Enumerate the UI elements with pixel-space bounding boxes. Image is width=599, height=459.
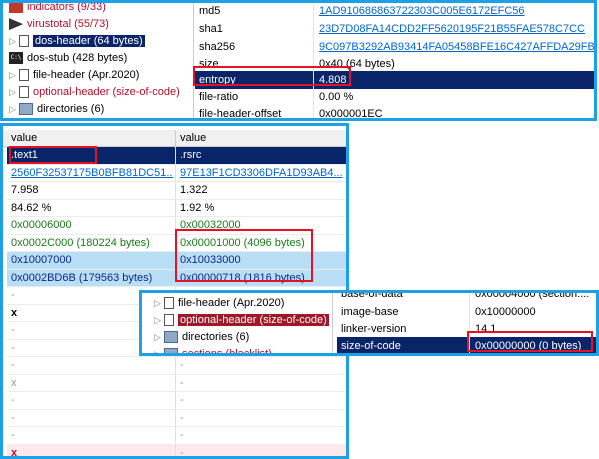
table-row[interactable]: -- xyxy=(7,427,346,445)
virustotal-icon xyxy=(9,18,23,31)
expand-caret-icon[interactable]: ▷ xyxy=(9,101,19,118)
cell-value-2[interactable]: 97E13F1CD3306DFA1D93AB4... xyxy=(175,164,346,182)
tree-pane: indicators (9/33) virustotal (55/73) ▷ do… xyxy=(3,3,194,118)
expand-caret-icon[interactable]: ▷ xyxy=(9,67,19,84)
column-header-value-2[interactable]: value xyxy=(175,130,345,146)
tree-item-optional-header[interactable]: ▷ optional-header (size-of-code) xyxy=(9,84,180,101)
overlay-tree-item-sections[interactable]: ▷ sections (blacklist) xyxy=(154,346,272,353)
size-of-code-highlight xyxy=(467,331,593,352)
property-row-md5[interactable]: md5 1AD910686863722303C005E6172EFC56 xyxy=(195,3,594,20)
document-icon xyxy=(19,69,29,82)
properties-pane: md5 1AD910686863722303C005E6172EFC56 sha… xyxy=(195,3,594,118)
property-row-file-header-offset[interactable]: file-header-offset 0x000001EC xyxy=(195,105,594,118)
document-icon xyxy=(19,35,29,48)
overlay-property-row-base-of-data[interactable]: base-of-data 0x00004000 (section:... xyxy=(337,293,596,303)
header-properties-panel: indicators (9/33) virustotal (55/73) ▷ do… xyxy=(0,0,597,121)
table-row[interactable]: x- xyxy=(7,444,346,459)
table-row[interactable]: -- xyxy=(7,357,346,375)
tree-item-dos-header[interactable]: ▷ dos-header (64 bytes) xyxy=(9,33,145,50)
tree-item-indicators[interactable]: indicators (9/33) xyxy=(9,3,106,16)
section-name-highlight xyxy=(9,146,97,164)
cell-value-2: - xyxy=(175,392,346,409)
table-row[interactable]: 2560F32537175B0BFB81DC51... 97E13F1CD3306… xyxy=(7,164,346,182)
tree-item-dos-stub[interactable]: C:\ dos-stub (428 bytes) xyxy=(9,50,127,67)
indicators-icon xyxy=(9,3,23,14)
expand-caret-icon[interactable]: ▷ xyxy=(154,295,164,312)
table-row[interactable]: -- xyxy=(7,392,346,410)
property-row-sha256[interactable]: sha256 9C097B3292AB93414FA05458BFE16C427… xyxy=(195,38,594,56)
cell-value-1: 0x0002BD6B (179563 bytes) xyxy=(11,271,153,284)
overlay-tree-pane: ▷ file-header (Apr.2020) ▷ optional-header… xyxy=(142,293,333,353)
column-header-value-1[interactable]: value xyxy=(7,130,173,146)
cell-value-1: x xyxy=(11,446,18,459)
table-row[interactable]: -- xyxy=(7,409,346,427)
folder-icon xyxy=(164,331,178,344)
expand-caret-icon[interactable]: ▷ xyxy=(154,346,164,353)
cell-value-1: - xyxy=(11,429,15,441)
dos-icon: C:\ xyxy=(9,52,23,65)
table-row[interactable]: 7.958 1.322 xyxy=(7,182,346,200)
overlay-property-row-image-base[interactable]: image-base 0x10000000 xyxy=(337,303,596,321)
raw-and-virtual-size-highlight xyxy=(175,229,313,282)
cell-value-2: .rsrc xyxy=(175,147,346,164)
entropy-highlight xyxy=(193,66,351,86)
overlay-tree-item-file-header[interactable]: ▷ file-header (Apr.2020) xyxy=(154,295,284,312)
sha1-link[interactable]: 23D7D08FA14CDD2FF5620195F21B55FAE578C7CC xyxy=(315,20,594,38)
cell-value-1: 0x0002C000 (180224 bytes) xyxy=(11,236,150,249)
sections-header-row: value value xyxy=(3,130,346,147)
cell-value-2: - xyxy=(175,427,346,444)
expand-caret-icon[interactable]: ▷ xyxy=(9,84,19,101)
cell-value-2: - xyxy=(175,374,346,392)
cell-value-1: - xyxy=(11,411,15,424)
sha256-link[interactable]: 9C097B3292AB93414FA05458BFE16C427AFFDA29… xyxy=(315,38,594,56)
expand-caret-icon[interactable]: ▷ xyxy=(154,329,164,346)
cell-value-2: - xyxy=(175,444,346,456)
cell-value-1: x xyxy=(11,376,17,389)
document-icon xyxy=(164,314,174,327)
cell-value-1: - xyxy=(11,394,15,406)
cell-value-1: 7.958 xyxy=(11,184,39,196)
cell-value-2: 1.322 xyxy=(175,182,346,199)
cell-value-1: - xyxy=(11,359,15,371)
document-icon xyxy=(19,86,29,99)
cell-value-1: 84.62 % xyxy=(11,201,52,214)
overlay-tree-item-directories[interactable]: ▷ directories (6) xyxy=(154,329,249,346)
cell-value-2: 1.92 % xyxy=(175,199,346,217)
folder-icon xyxy=(164,348,178,353)
expand-caret-icon[interactable]: ▷ xyxy=(154,312,164,329)
cell-value-1[interactable]: 2560F32537175B0BFB81DC51... xyxy=(7,165,173,182)
table-row[interactable]: x- xyxy=(7,374,346,392)
md5-link[interactable]: 1AD910686863722303C005E6172EFC56 xyxy=(315,3,594,20)
tree-item-directories[interactable]: ▷ directories (6) xyxy=(9,101,104,118)
tree-item-file-header[interactable]: ▷ file-header (Apr.2020) xyxy=(9,67,139,84)
document-icon xyxy=(164,297,174,310)
folder-icon xyxy=(19,103,33,116)
overlay-tree-item-optional-header[interactable]: ▷ optional-header (size-of-code) xyxy=(154,312,329,329)
property-row-file-ratio[interactable]: file-ratio 0.00 % xyxy=(195,88,594,106)
table-row[interactable]: 84.62 % 1.92 % xyxy=(7,199,346,217)
property-row-sha1[interactable]: sha1 23D7D08FA14CDD2FF5620195F21B55FAE57… xyxy=(195,20,594,38)
cell-value-1: 0x00006000 xyxy=(11,219,72,231)
expand-caret-icon[interactable]: ▷ xyxy=(9,33,19,50)
cell-value-1: 0x10007000 xyxy=(11,254,72,266)
cell-value-2: - xyxy=(175,357,346,374)
cell-value-2: - xyxy=(175,409,346,427)
tree-item-virustotal[interactable]: virustotal (55/73) xyxy=(9,16,109,33)
